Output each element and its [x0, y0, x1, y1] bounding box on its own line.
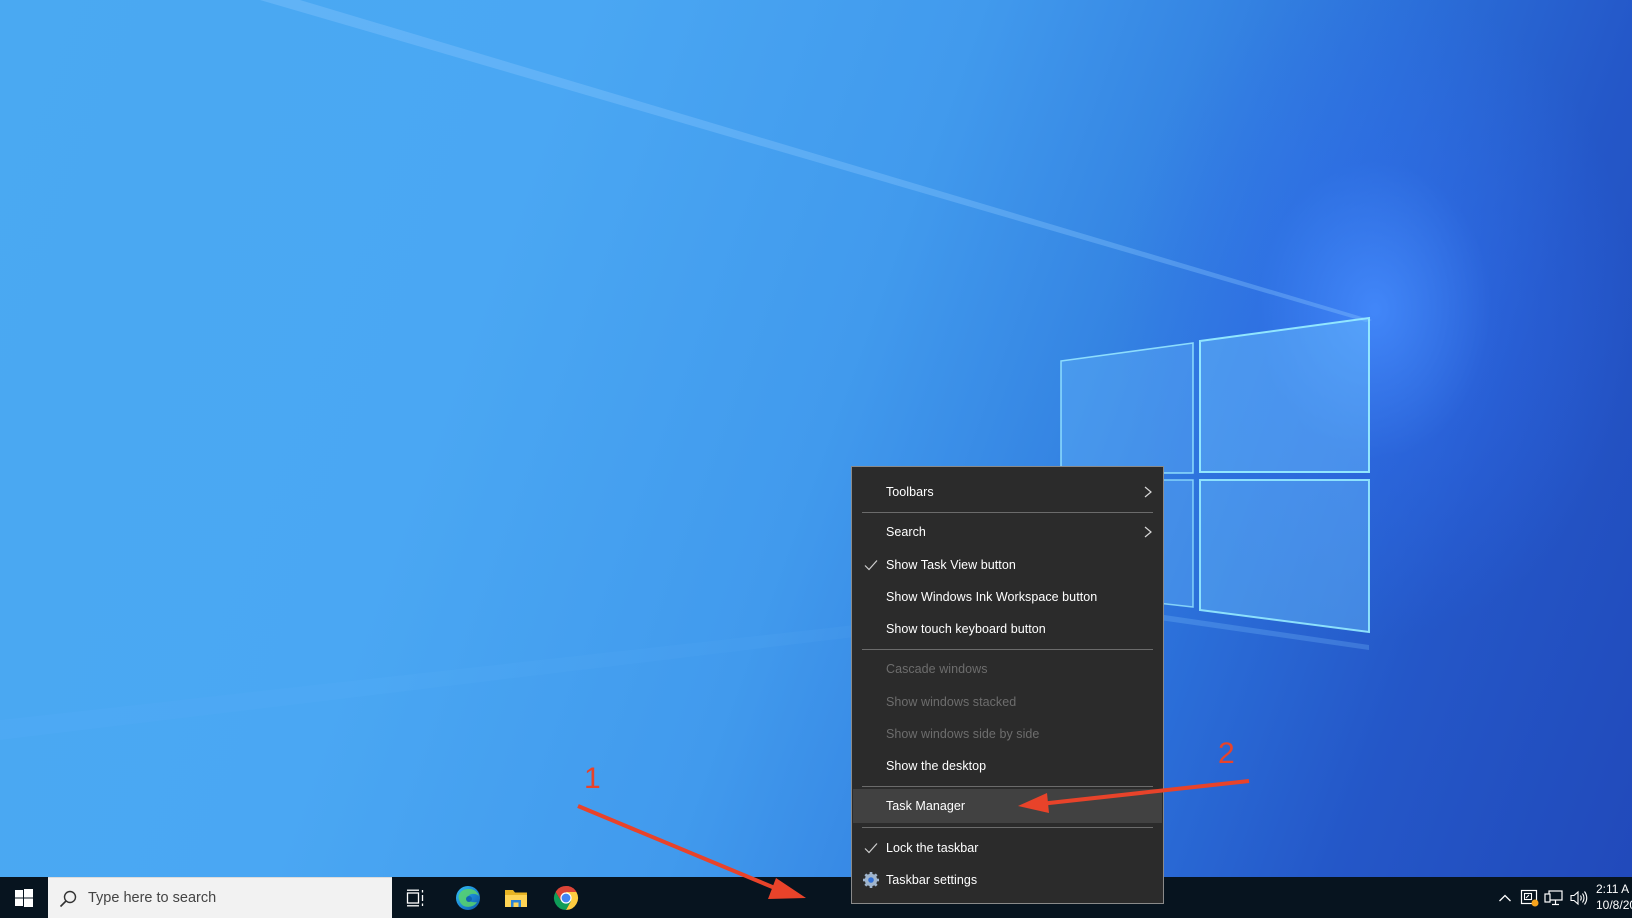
edge-taskbar-button[interactable]: [444, 877, 492, 918]
menu-item-label: Show touch keyboard button: [886, 622, 1046, 636]
edge-icon: [456, 885, 480, 910]
menu-item-label: Show windows side by side: [886, 727, 1040, 741]
menu-item-show-desktop[interactable]: Show the desktop: [853, 750, 1162, 782]
chevron-right-icon: [1144, 526, 1152, 538]
menu-item-search[interactable]: Search: [853, 516, 1162, 548]
clock-time: 2:11 A: [1596, 882, 1630, 896]
start-button[interactable]: [0, 877, 48, 918]
menu-item-label: Cascade windows: [886, 662, 988, 676]
checkmark-icon: [864, 560, 878, 571]
desktop-wallpaper[interactable]: [0, 0, 1632, 918]
search-placeholder: Type here to search: [88, 890, 217, 906]
menu-item-show-ink-workspace[interactable]: Show Windows Ink Workspace button: [853, 581, 1162, 613]
menu-item-label: Show windows stacked: [886, 695, 1017, 709]
menu-item-show-touch-keyboard[interactable]: Show touch keyboard button: [853, 613, 1162, 645]
menu-item-toolbars[interactable]: Toolbars: [853, 476, 1162, 508]
windows-logo-icon: [15, 888, 33, 907]
menu-separator: [862, 649, 1153, 650]
chevron-up-icon: [1499, 894, 1511, 901]
taskbar[interactable]: Type here to search 2:11 A 10/8/2: [0, 877, 1632, 918]
taskbar-context-menu: Toolbars Search Show Task View button Sh…: [851, 466, 1164, 904]
menu-item-label: Toolbars: [886, 485, 934, 499]
menu-item-label: Task Manager: [886, 799, 966, 813]
chevron-right-icon: [1144, 486, 1152, 498]
clock[interactable]: 2:11 A 10/8/20: [1596, 881, 1632, 913]
network-status-button[interactable]: [1542, 877, 1566, 918]
checkmark-icon: [864, 843, 878, 854]
menu-item-show-task-view[interactable]: Show Task View button: [853, 549, 1162, 581]
menu-item-label: Show the desktop: [886, 759, 987, 773]
windows-logo-wallpaper-art: [0, 0, 1372, 740]
network-icon: [1544, 889, 1563, 905]
menu-item-label: Search: [886, 525, 926, 539]
menu-item-label: Show Windows Ink Workspace button: [886, 590, 1098, 604]
chrome-taskbar-button[interactable]: [542, 877, 590, 918]
task-view-icon: [406, 889, 424, 906]
meet-now-icon: [1520, 889, 1539, 906]
menu-item-label: Show Task View button: [886, 558, 1016, 572]
menu-item-show-windows-side-by-side: Show windows side by side: [853, 718, 1162, 750]
volume-icon: [1570, 890, 1588, 905]
task-view-button[interactable]: [392, 877, 440, 918]
search-icon: [59, 890, 77, 908]
meet-now-button[interactable]: [1518, 877, 1542, 918]
menu-separator: [862, 786, 1153, 787]
show-hidden-icons-button[interactable]: [1496, 877, 1514, 918]
menu-item-taskbar-settings[interactable]: Taskbar settings: [853, 864, 1162, 896]
menu-separator: [862, 512, 1153, 513]
annotation-label-1: 1: [584, 762, 601, 795]
clock-date: 10/8/20: [1596, 898, 1632, 912]
menu-item-show-windows-stacked: Show windows stacked: [853, 686, 1162, 718]
menu-item-label: Taskbar settings: [886, 873, 978, 887]
chrome-icon: [553, 885, 579, 910]
menu-item-lock-taskbar[interactable]: Lock the taskbar: [853, 832, 1162, 864]
menu-separator: [862, 827, 1153, 828]
taskbar-search-box[interactable]: Type here to search: [48, 877, 392, 918]
menu-item-task-manager[interactable]: Task Manager: [853, 789, 1162, 823]
file-explorer-taskbar-button[interactable]: [492, 877, 540, 918]
volume-button[interactable]: [1566, 877, 1592, 918]
menu-item-label: Lock the taskbar: [886, 841, 979, 855]
annotation-label-2: 2: [1218, 737, 1235, 770]
gear-icon: [863, 872, 879, 888]
file-explorer-icon: [505, 889, 527, 907]
menu-item-cascade-windows: Cascade windows: [853, 653, 1162, 685]
